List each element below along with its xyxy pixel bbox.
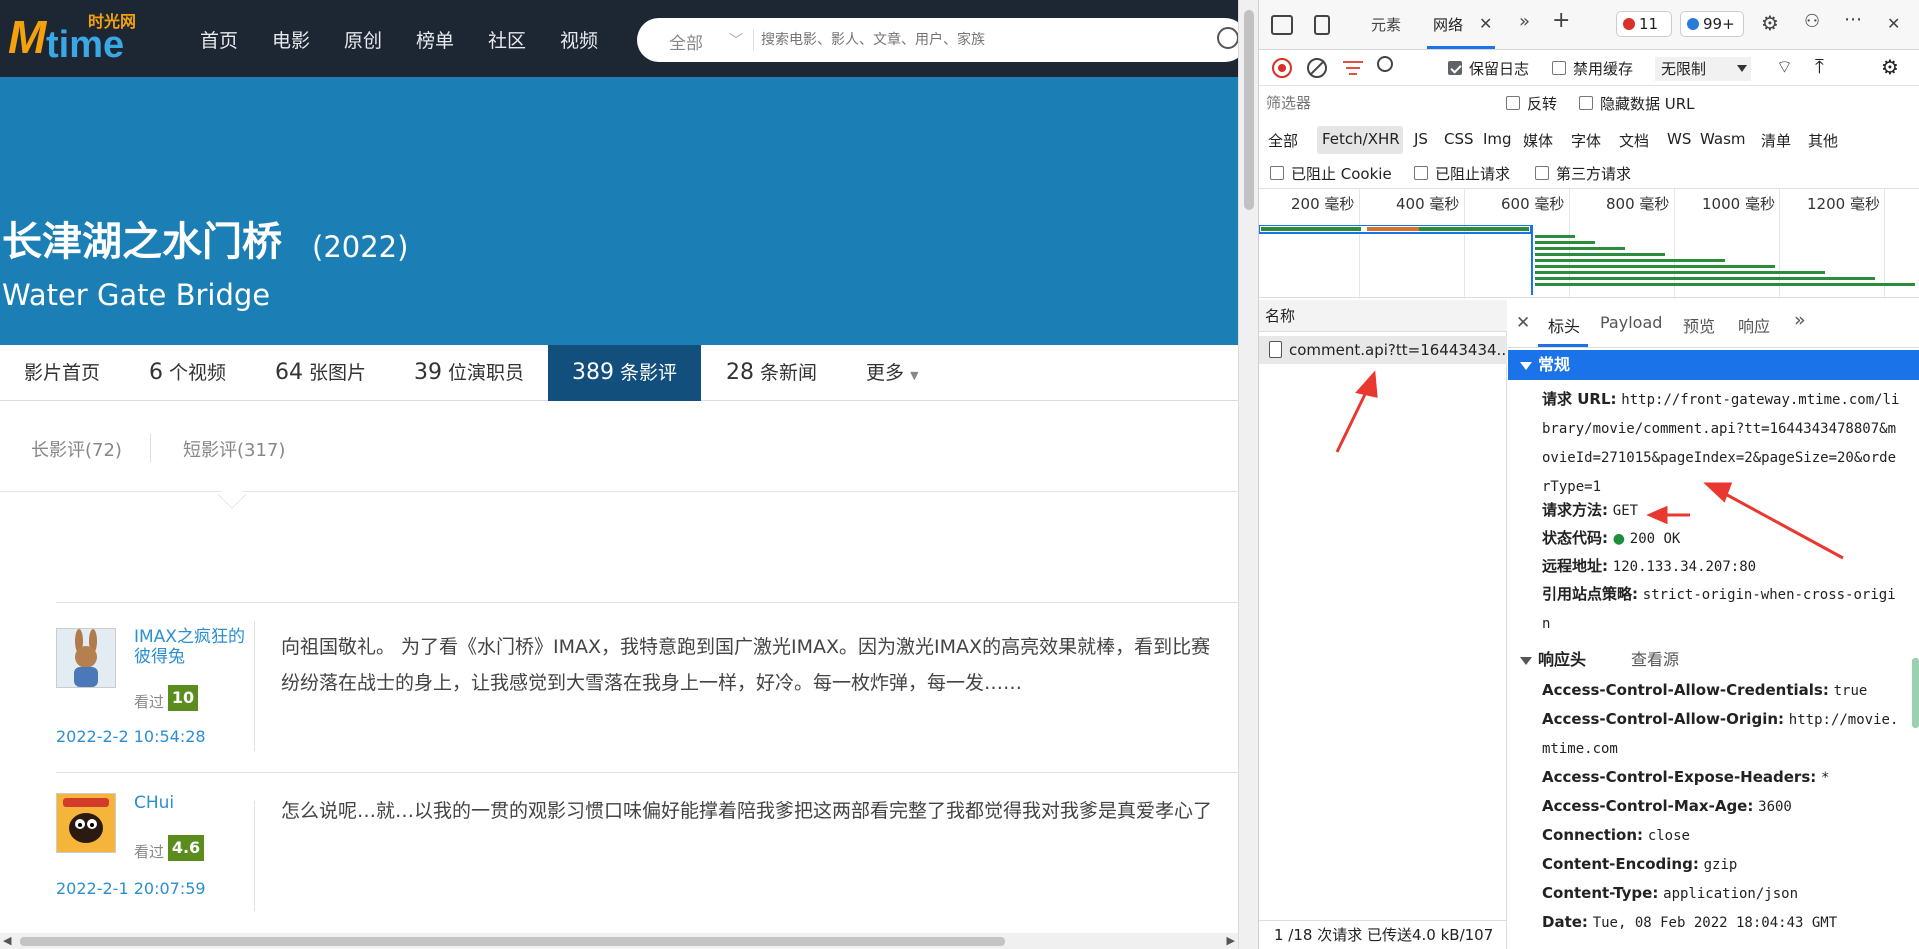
arrow-to-request-head — [1355, 370, 1378, 398]
arrow-to-method-head — [1646, 505, 1668, 525]
arrow-to-request — [1335, 385, 1371, 453]
arrow-to-url-head — [1703, 482, 1733, 503]
annotation-arrows — [1335, 370, 1844, 560]
screen: M time 时光网 首页 电影 原创 榜单 社区 视频 全部 ﹀ 长津湖之水门… — [0, 0, 1919, 949]
arrow-to-url — [1717, 488, 1844, 560]
